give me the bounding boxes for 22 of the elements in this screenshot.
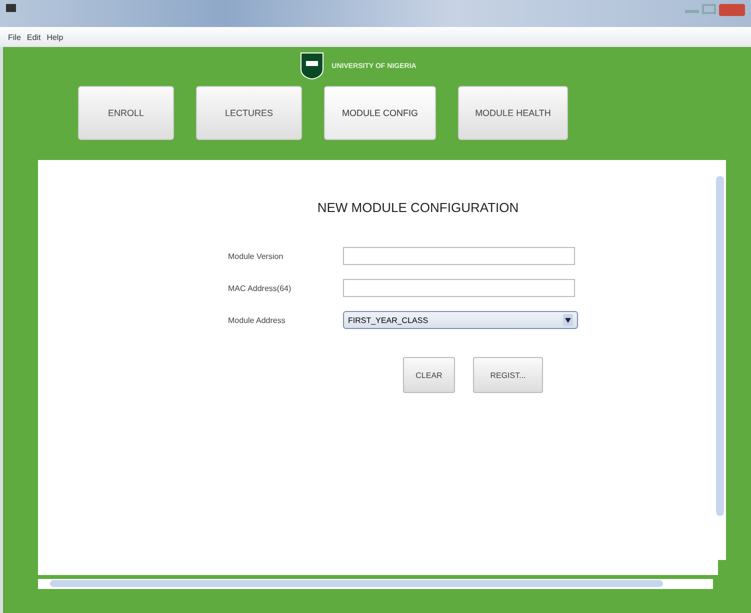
input-field[interactable]: [343, 279, 575, 297]
dropdown[interactable]: FIRST_YEAR_CLASS: [343, 311, 578, 329]
input-field[interactable]: [343, 247, 575, 265]
form-button[interactable]: CLEAR: [403, 357, 455, 393]
menu-item[interactable]: Edit: [26, 32, 41, 42]
crest-icon: [300, 52, 324, 80]
field-label: Module Address: [228, 316, 286, 324]
nav-button[interactable]: ENROLL: [78, 86, 174, 140]
form-title: NEW MODULE CONFIGURATION: [317, 200, 519, 215]
horizontal-scrollbar[interactable]: [38, 579, 713, 589]
form-button[interactable]: REGIST...: [473, 357, 543, 393]
nav-button[interactable]: LECTURES: [196, 86, 302, 140]
maximize-icon[interactable]: [702, 4, 716, 14]
vertical-scrollbar[interactable]: [714, 160, 726, 560]
field-label: MAC Address(64): [228, 284, 292, 292]
menu-item[interactable]: File: [8, 32, 21, 42]
nav-button[interactable]: MODULE HEALTH: [458, 86, 568, 140]
menu-item[interactable]: Help: [46, 32, 64, 42]
close-icon[interactable]: [719, 4, 745, 16]
app-icon: [6, 4, 16, 12]
nav-button[interactable]: MODULE CONFIG: [324, 86, 436, 140]
field-label: Module Version: [228, 252, 284, 260]
